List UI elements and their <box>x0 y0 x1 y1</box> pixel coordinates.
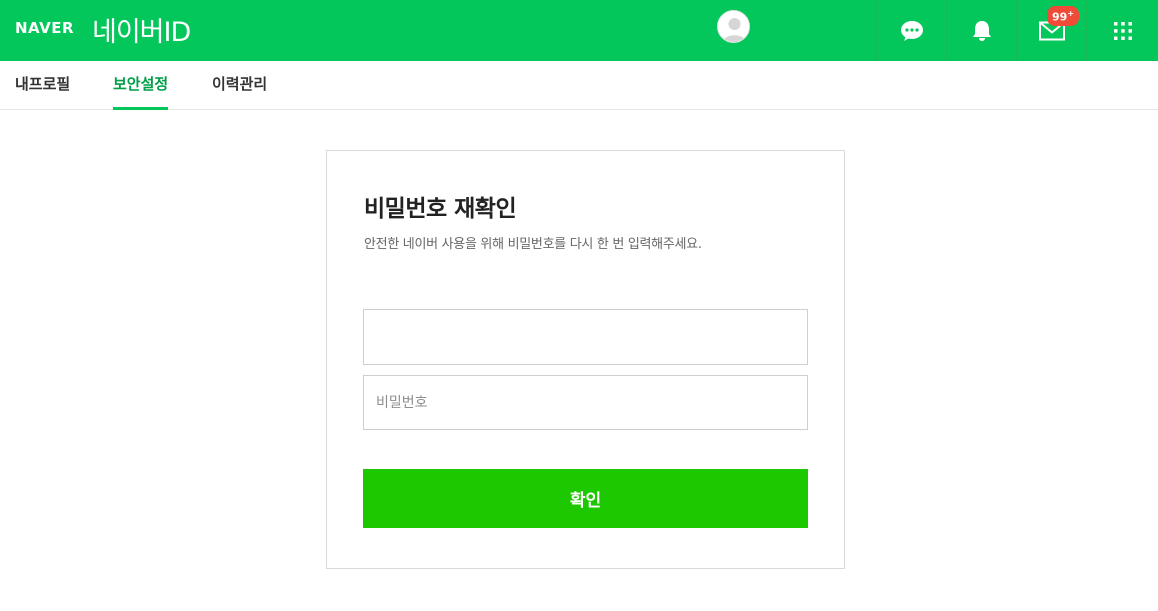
mail-count-badge: 99+ <box>1047 6 1080 26</box>
user-id-field[interactable] <box>363 309 808 365</box>
mail-button[interactable]: 99+ <box>1016 0 1086 61</box>
naver-logo[interactable]: NAVER <box>15 19 74 37</box>
chat-button[interactable] <box>876 0 946 61</box>
card-description: 안전한 네이버 사용을 위해 비밀번호를 다시 한 번 입력해주세요. <box>364 237 702 252</box>
profile-avatar[interactable] <box>717 10 750 43</box>
chat-bubble-icon <box>900 20 923 41</box>
naver-id-title[interactable]: 네이버ID <box>92 10 191 49</box>
top-header: NAVER 네이버ID 99+ <box>0 0 1158 61</box>
tab-bar: 내프로필 보안설정 이력관리 <box>0 61 1158 110</box>
apps-menu-button[interactable] <box>1086 0 1158 61</box>
notification-button[interactable] <box>946 0 1016 61</box>
bell-icon <box>972 20 991 41</box>
grid-icon <box>1113 21 1132 40</box>
password-confirm-card: 비밀번호 재확인 안전한 네이버 사용을 위해 비밀번호를 다시 한 번 입력해… <box>326 150 845 569</box>
card-title: 비밀번호 재확인 <box>364 196 517 222</box>
tab-history[interactable]: 이력관리 <box>212 61 267 110</box>
password-field[interactable] <box>363 375 808 430</box>
user-icon <box>723 18 746 42</box>
confirm-button[interactable]: 확인 <box>363 469 808 528</box>
tab-security-settings[interactable]: 보안설정 <box>113 61 169 110</box>
tab-my-profile[interactable]: 내프로필 <box>15 61 70 110</box>
